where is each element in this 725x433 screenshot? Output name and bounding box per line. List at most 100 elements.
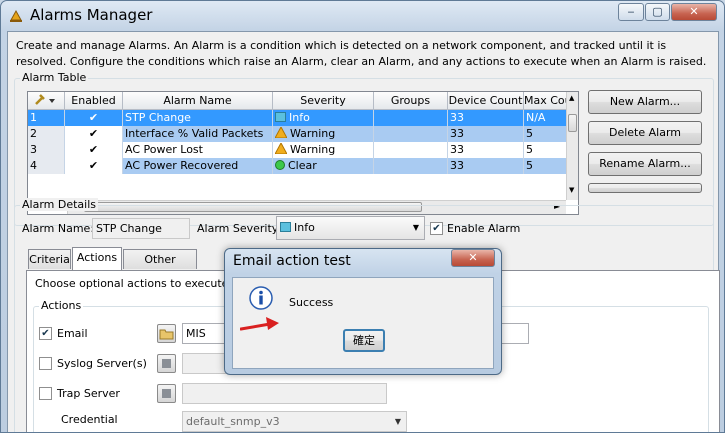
trap-server-label: Trap Server [57, 387, 120, 400]
email-config-button[interactable] [157, 324, 176, 343]
tab-other-options[interactable]: Other Options [123, 249, 197, 285]
syslog-checkbox[interactable] [39, 357, 52, 370]
credential-label: Credential [61, 413, 118, 426]
alarm-name-label: Alarm Name: [22, 222, 95, 235]
severity-cell: Clear [273, 158, 374, 174]
trap-server-checkbox[interactable] [39, 387, 52, 400]
dialog-close-button[interactable]: ✕ [451, 249, 495, 267]
rename-alarm-button[interactable]: Rename Alarm... [588, 152, 702, 176]
tab-criteria[interactable]: Criteria [28, 249, 71, 269]
severity-text: Warning [290, 143, 336, 156]
app-icon [10, 9, 22, 22]
alarm-name-field[interactable]: STP Change [92, 218, 190, 239]
enabled-check-icon[interactable]: ✔ [65, 158, 123, 174]
severity-cell: Info [273, 110, 374, 126]
enabled-check-icon[interactable]: ✔ [65, 110, 123, 126]
enabled-check-icon[interactable]: ✔ [65, 126, 123, 142]
syslog-config-button[interactable] [157, 354, 176, 373]
max-count-cell: 5 [524, 126, 568, 142]
alarm-table: Enabled Alarm Name Severity Groups Devic… [27, 91, 579, 215]
trap-server-field[interactable] [182, 383, 387, 404]
dialog-message: Success [289, 296, 334, 309]
alarm-severity-label: Alarm Severity: [197, 222, 282, 235]
scroll-up-arrow-icon[interactable]: ▲ [569, 94, 574, 102]
new-alarm-button[interactable]: New Alarm... [588, 90, 702, 114]
table-header: Enabled Alarm Name Severity Groups Devic… [28, 92, 568, 110]
tab-actions[interactable]: Actions [72, 247, 122, 270]
email-label: Email [57, 327, 88, 340]
alarm-table-group-label: Alarm Table [20, 71, 89, 84]
column-header-groups[interactable]: Groups [374, 92, 448, 110]
column-header-device-count[interactable]: Device Count [448, 92, 524, 110]
syslog-label: Syslog Server(s) [57, 357, 147, 370]
more-button[interactable] [588, 183, 702, 193]
close-button[interactable]: ✕ [671, 3, 717, 21]
device-count-cell: 33 [448, 126, 524, 142]
title-bar[interactable]: Alarms Manager ‒ ▢ ✕ [1, 1, 724, 31]
delete-alarm-button[interactable]: Delete Alarm [588, 121, 702, 145]
alarm-severity-select[interactable]: Info ▼ [276, 216, 425, 240]
column-header-max-count[interactable]: Max Cou [524, 92, 568, 110]
scrollbar-thumb[interactable] [568, 114, 577, 132]
enable-alarm-checkbox[interactable]: ✔ [430, 222, 443, 235]
groups-cell [374, 126, 448, 142]
alarm-details-group-label: Alarm Details [20, 198, 98, 211]
trap-config-button[interactable] [157, 384, 176, 403]
severity-text: Info [289, 111, 310, 124]
groups-cell [374, 110, 448, 126]
info-icon [249, 286, 273, 310]
clear-severity-icon [275, 160, 285, 170]
max-count-cell: N/A [524, 110, 568, 126]
column-chooser-button[interactable] [28, 92, 65, 110]
severity-text: Clear [288, 159, 317, 172]
settings-icon [162, 359, 171, 368]
device-count-cell: 33 [448, 158, 524, 174]
column-header-severity[interactable]: Severity [273, 92, 374, 110]
column-header-enabled[interactable]: Enabled [65, 92, 123, 110]
severity-text: Warning [290, 127, 336, 140]
table-row[interactable]: 4 ✔ AC Power Recovered Clear 33 5 [28, 158, 568, 174]
chevron-down-icon: ▼ [394, 417, 401, 426]
row-number: 4 [28, 158, 65, 174]
minimize-button[interactable]: ‒ [618, 3, 644, 21]
window-title: Alarms Manager [30, 6, 153, 24]
ok-button[interactable]: 確定 [343, 329, 385, 352]
info-severity-icon [280, 222, 291, 232]
table-row[interactable]: 3 ✔ AC Power Lost Warning 33 5 [28, 142, 568, 158]
tools-icon [35, 94, 55, 105]
groups-cell [374, 142, 448, 158]
folder-icon [159, 329, 174, 340]
alarm-name-cell: AC Power Recovered [123, 158, 273, 174]
enable-alarm-label: Enable Alarm [447, 222, 521, 235]
enabled-check-icon[interactable]: ✔ [65, 142, 123, 158]
column-header-alarm-name[interactable]: Alarm Name [123, 92, 273, 110]
credential-value: default_snmp_v3 [186, 415, 280, 428]
actions-group-label: Actions [39, 299, 84, 312]
red-arrow-icon [240, 317, 279, 331]
device-count-cell: 33 [448, 142, 524, 158]
groups-cell [374, 158, 448, 174]
alarm-name-cell: STP Change [123, 110, 273, 126]
description-text: Create and manage Alarms. An Alarm is a … [16, 39, 707, 68]
warning-severity-icon [274, 142, 288, 155]
alarm-name-cell: Interface % Valid Packets [123, 126, 273, 142]
info-severity-icon [275, 112, 286, 122]
severity-cell: Warning [273, 142, 374, 158]
credential-select[interactable]: default_snmp_v3 ▼ [182, 411, 407, 432]
dialog-title: Email action test [233, 253, 351, 269]
maximize-button[interactable]: ▢ [645, 3, 670, 21]
email-checkbox[interactable]: ✔ [39, 327, 52, 340]
row-number: 1 [28, 110, 65, 126]
table-row[interactable]: 1 ✔ STP Change Info 33 N/A [28, 110, 568, 126]
row-number: 3 [28, 142, 65, 158]
max-count-cell: 5 [524, 158, 568, 174]
alarm-name-cell: AC Power Lost [123, 142, 273, 158]
settings-icon [162, 389, 171, 398]
alarm-severity-value: Info [294, 221, 315, 234]
scroll-down-arrow-icon[interactable]: ▼ [569, 186, 574, 194]
table-row[interactable]: 2 ✔ Interface % Valid Packets Warning 33… [28, 126, 568, 142]
warning-severity-icon [274, 126, 288, 139]
chevron-down-icon: ▼ [412, 223, 419, 232]
row-number: 2 [28, 126, 65, 142]
table-vertical-scrollbar[interactable]: ▲ ▼ [566, 92, 578, 200]
